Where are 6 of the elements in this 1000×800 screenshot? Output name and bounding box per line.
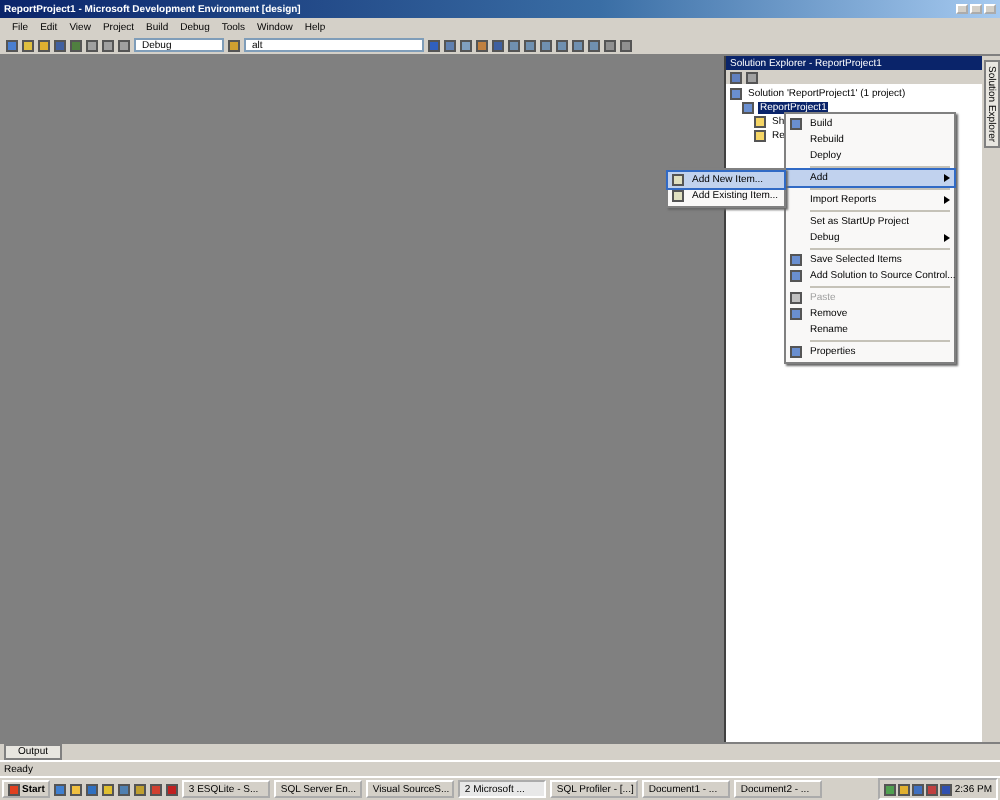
submenu-arrow-icon xyxy=(944,174,950,182)
item-icon xyxy=(790,118,802,130)
submenu-arrow-icon xyxy=(944,234,950,242)
submenu-arrow-icon xyxy=(944,196,950,204)
find-icon[interactable] xyxy=(228,39,240,51)
item-icon xyxy=(790,346,802,358)
